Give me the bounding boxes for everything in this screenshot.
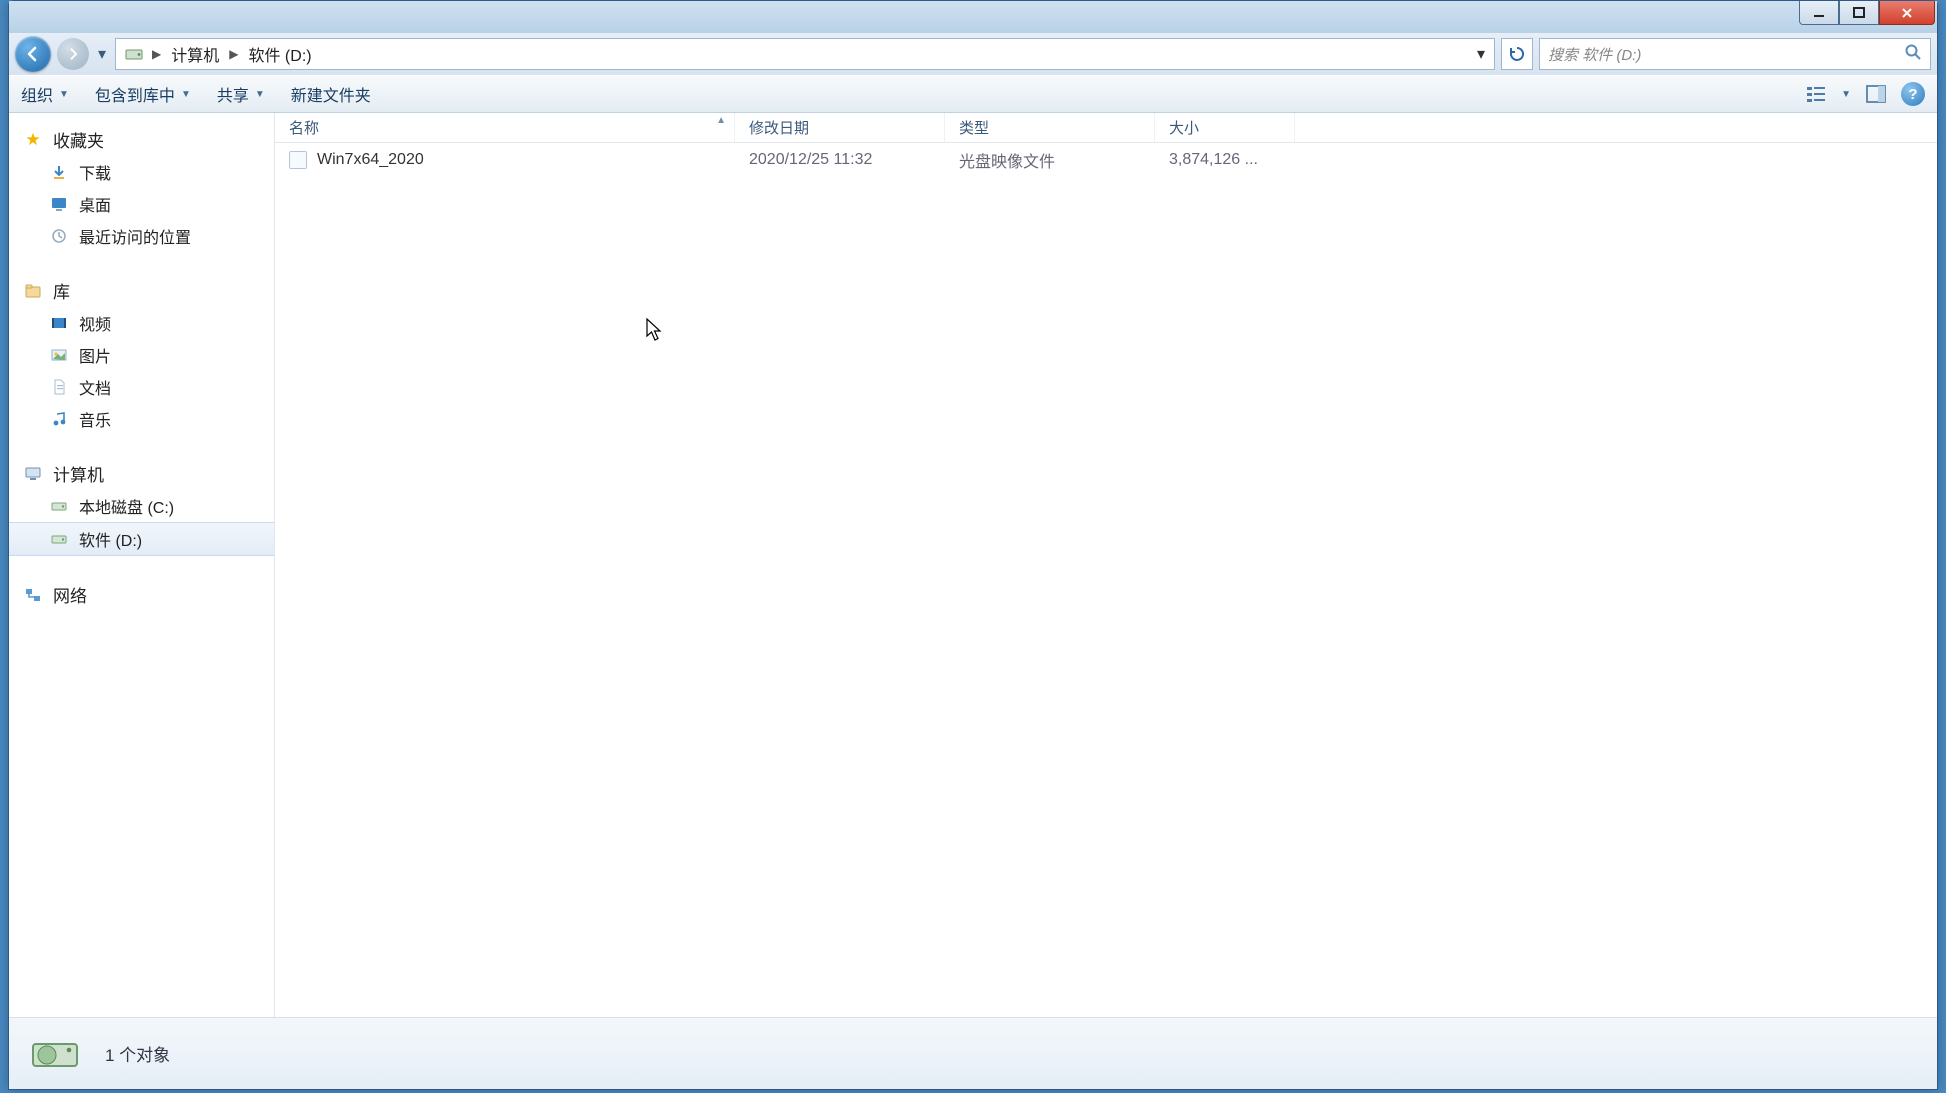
toolbar: 组织▼ 包含到库中▼ 共享▼ 新建文件夹 ▼ ? [9,75,1937,113]
new-folder-button[interactable]: 新建文件夹 [291,82,371,106]
sidebar-item-drive-d[interactable]: 软件 (D:) [9,522,274,556]
sidebar-item-pictures[interactable]: 图片 [9,339,274,371]
file-type: 光盘映像文件 [945,148,1155,172]
breadcrumb-drive[interactable]: 软件 (D:) [242,42,317,66]
refresh-button[interactable] [1501,38,1533,70]
address-bar[interactable]: ▶ 计算机 ▶ 软件 (D:) ▾ [115,38,1495,70]
column-name[interactable]: 名称▲ [275,113,735,142]
file-list-panel: 名称▲ 修改日期 类型 大小 Win7x64_2020 2020/12/25 1… [275,113,1937,1017]
sidebar-item-music[interactable]: 音乐 [9,403,274,435]
network-icon [23,585,43,605]
maximize-button[interactable] [1839,1,1879,25]
back-button[interactable] [15,36,51,72]
computer-icon [23,464,43,484]
forward-button[interactable] [57,38,89,70]
navbar: ▾ ▶ 计算机 ▶ 软件 (D:) ▾ 搜索 软件 (D:) [9,33,1937,75]
drive-large-icon [27,1026,83,1082]
column-headers: 名称▲ 修改日期 类型 大小 [275,113,1937,143]
sort-indicator-icon: ▲ [716,115,726,126]
explorer-window: ▾ ▶ 计算机 ▶ 软件 (D:) ▾ 搜索 软件 (D:) 组织▼ 包含到库中… [8,0,1938,1090]
preview-pane-button[interactable] [1865,83,1887,105]
sidebar-item-desktop[interactable]: 桌面 [9,188,274,220]
sidebar-item-drive-c[interactable]: 本地磁盘 (C:) [9,490,274,522]
download-icon [49,162,69,182]
share-button[interactable]: 共享▼ [217,82,265,106]
desktop-icon [49,194,69,214]
content-body: ★收藏夹 下载 桌面 最近访问的位置 库 视频 图片 文档 音乐 计算机 本地磁… [9,113,1937,1017]
organize-button[interactable]: 组织▼ [21,82,69,106]
sidebar: ★收藏夹 下载 桌面 最近访问的位置 库 视频 图片 文档 音乐 计算机 本地磁… [9,113,275,1017]
sidebar-network-header[interactable]: 网络 [9,578,274,611]
history-dropdown[interactable]: ▾ [95,36,109,72]
sidebar-item-downloads[interactable]: 下载 [9,156,274,188]
address-dropdown[interactable]: ▾ [1472,44,1490,64]
picture-icon [49,345,69,365]
library-icon [23,281,43,301]
chevron-down-icon: ▼ [59,89,69,100]
document-icon [49,377,69,397]
search-box[interactable]: 搜索 软件 (D:) [1539,38,1931,70]
status-text: 1 个对象 [105,1041,170,1066]
chevron-down-icon[interactable]: ▼ [1841,89,1851,100]
titlebar [9,1,1937,33]
file-row[interactable]: Win7x64_2020 2020/12/25 11:32 光盘映像文件 3,8… [275,143,1937,177]
sidebar-favorites-header[interactable]: ★收藏夹 [9,123,274,156]
sidebar-item-documents[interactable]: 文档 [9,371,274,403]
column-size[interactable]: 大小 [1155,113,1295,142]
video-icon [49,313,69,333]
drive-icon [124,44,144,64]
music-icon [49,409,69,429]
chevron-down-icon: ▼ [255,89,265,100]
search-icon [1904,43,1922,65]
drive-icon [49,529,69,549]
breadcrumb-separator: ▶ [227,47,240,61]
sidebar-libraries-header[interactable]: 库 [9,274,274,307]
file-date: 2020/12/25 11:32 [735,151,945,169]
sidebar-item-recent[interactable]: 最近访问的位置 [9,220,274,252]
drive-icon [49,496,69,516]
column-type[interactable]: 类型 [945,113,1155,142]
breadcrumb-computer[interactable]: 计算机 [165,42,225,66]
help-button[interactable]: ? [1901,82,1925,106]
file-name: Win7x64_2020 [317,151,424,169]
sidebar-item-videos[interactable]: 视频 [9,307,274,339]
minimize-button[interactable] [1799,1,1839,25]
breadcrumb-separator: ▶ [150,47,163,61]
chevron-down-icon: ▼ [181,89,191,100]
sidebar-computer-header[interactable]: 计算机 [9,457,274,490]
include-in-library-button[interactable]: 包含到库中▼ [95,82,191,106]
column-date[interactable]: 修改日期 [735,113,945,142]
file-rows[interactable]: Win7x64_2020 2020/12/25 11:32 光盘映像文件 3,8… [275,143,1937,1017]
star-icon: ★ [23,130,43,150]
iso-file-icon [289,151,307,169]
close-button[interactable] [1879,1,1935,25]
search-placeholder: 搜索 软件 (D:) [1548,44,1641,65]
status-bar: 1 个对象 [9,1017,1937,1089]
file-size: 3,874,126 ... [1155,151,1295,169]
recent-icon [49,226,69,246]
view-options-button[interactable] [1805,83,1827,105]
